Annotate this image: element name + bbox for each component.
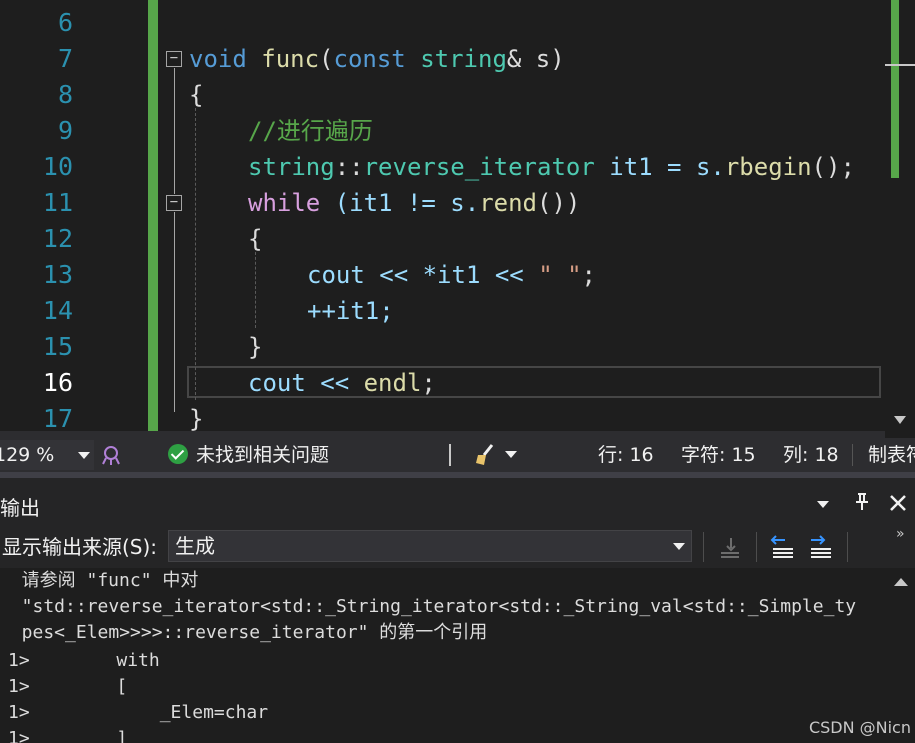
fold-range-line [174,212,175,412]
indent-mode[interactable]: 制表符 [868,438,915,472]
editor-status-strip: 129 % 未找到相关问题 行: 16 字符: 15 列: 18 制表符 [0,438,915,472]
indent-guide [255,252,256,328]
cursor-col[interactable]: 列: 18 [783,438,839,472]
divider [852,444,853,466]
code-line[interactable]: 12 { [0,221,885,257]
scroll-up-icon[interactable] [894,578,908,586]
output-line: 1> [ [8,676,128,697]
scroll-down-icon[interactable] [894,416,906,424]
zoom-dropdown[interactable]: 129 % [0,440,94,470]
output-panel-header: 输出 [0,472,915,528]
issues-status[interactable]: 未找到相关问题 [196,438,329,472]
fold-collapse-icon[interactable]: − [166,51,182,67]
output-line: pes<_Elem>>>>::reverse_iterator" 的第一个引用 [0,622,488,643]
pin-icon[interactable] [854,492,870,512]
code-line[interactable]: 6 [0,5,885,41]
code-text: { [189,81,204,109]
line-number: 6 [57,8,73,37]
code-line[interactable]: 8 { [0,77,885,113]
panel-header-actions [817,492,907,518]
check-circle-icon [168,444,188,464]
output-source-select[interactable]: 生成 [168,530,692,562]
line-number: 10 [42,152,73,181]
zoom-level: 129 % [0,444,55,466]
cursor-char[interactable]: 字符: 15 [681,438,756,472]
source-label: 显示输出来源(S): [2,535,158,559]
line-number: 14 [42,296,73,325]
code-line[interactable]: 15 } [0,329,885,365]
cursor-line[interactable]: 行: 16 [598,438,654,472]
indent-guide [195,108,196,400]
prev-message-icon[interactable] [769,534,795,560]
code-comment: //进行遍历 [248,117,373,145]
output-toolbar: 显示输出来源(S): 生成 » [0,526,915,566]
code-line[interactable]: 14 ++it1; [0,293,885,329]
code-text: string::reverse_iterator it1 = s.rbegin(… [248,153,855,181]
chevron-down-icon [673,543,685,550]
output-line: 1> _Elem=char [8,702,269,723]
find-message-icon[interactable] [717,534,743,560]
vertical-scrollbar[interactable] [885,0,915,438]
line-number: 13 [42,260,73,289]
toolbar-divider [703,532,704,562]
code-text: void func(const string& s) [189,45,565,73]
dropdown-arrow-icon [78,452,90,459]
output-text-area[interactable]: 请参阅 "func" 中对 "std::reverse_iterator<std… [0,568,885,743]
code-line[interactable]: 7 void func(const string& s) [0,41,885,77]
watermark: CSDN @Nicn [808,718,911,737]
overflow-chevron-icon[interactable]: » [896,526,905,542]
code-line[interactable]: 9 //进行遍历 [0,113,885,149]
output-line: "std::reverse_iterator<std::_String_iter… [0,596,857,617]
next-message-icon[interactable] [807,534,833,560]
line-number: 11 [42,188,73,217]
code-text: while (it1 != s.rend()) [248,189,581,217]
current-line-highlight [187,366,881,398]
fold-collapse-icon[interactable]: − [166,195,182,211]
panel-title: 输出 [0,496,40,520]
dropdown-arrow-icon[interactable] [817,501,829,508]
code-text: } [248,333,263,361]
scrollbar-change-marker [891,0,899,178]
output-line: 1> ] [8,728,128,743]
output-vertical-scrollbar[interactable] [885,568,915,743]
intellicode-icon[interactable] [100,444,122,466]
line-number: 8 [57,80,73,109]
output-panel: 输出 显示输出来源(S): 生成 » 请参阅 "func" 中对 "std::r… [0,472,915,743]
code-editor[interactable]: 6 7 void func(const string& s) 8 { 9 //进… [0,0,915,438]
code-text: cout << *it1 << " "; [307,261,596,289]
source-value: 生成 [175,534,215,558]
fold-range-line [174,68,175,194]
dropdown-arrow-icon[interactable] [505,451,517,458]
toolbar-divider [756,532,757,562]
cleanup-brush-icon[interactable] [474,443,498,467]
line-number: 7 [57,44,73,73]
code-line[interactable]: 11 while (it1 != s.rend()) [0,185,885,221]
horizontal-scrollbar[interactable] [0,431,885,438]
scrollbar-caret-marker [885,64,915,66]
toolbar-divider [847,532,848,562]
close-icon[interactable] [889,494,907,512]
line-number: 9 [57,116,73,145]
line-number: 15 [42,332,73,361]
code-text: ++it1; [307,297,394,325]
output-line: 1> with [8,650,160,671]
divider [449,444,451,466]
line-number: 16 [42,368,73,397]
code-line[interactable]: 13 cout << *it1 << " "; [0,257,885,293]
output-line: 请参阅 "func" 中对 [0,570,199,591]
code-line[interactable]: 10 string::reverse_iterator it1 = s.rbeg… [0,149,885,185]
line-number: 12 [42,224,73,253]
